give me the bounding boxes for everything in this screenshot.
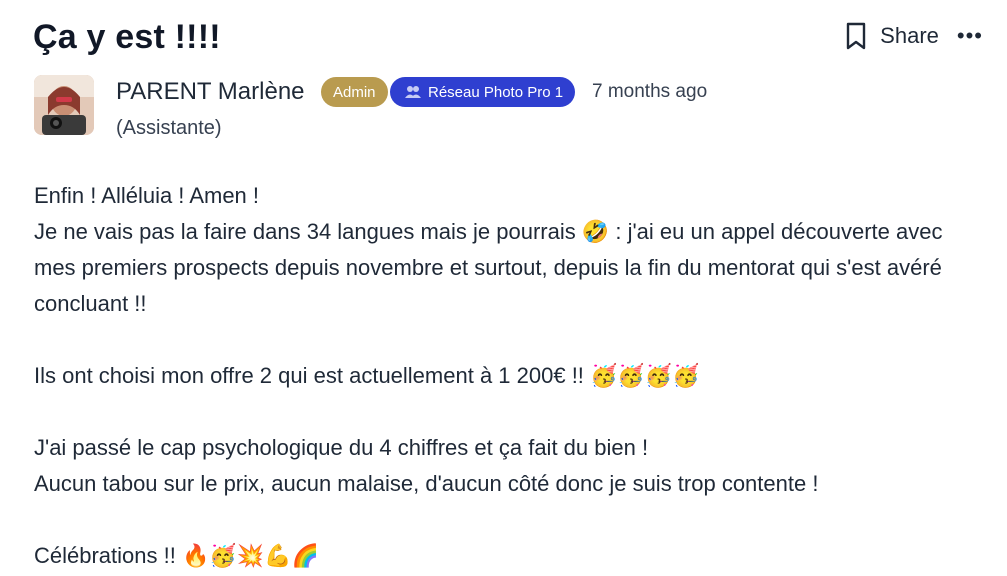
body-paragraph: Je ne vais pas la faire dans 34 langues … xyxy=(34,219,943,316)
bookmark-icon[interactable] xyxy=(844,20,868,52)
more-icon[interactable]: ••• xyxy=(957,25,983,47)
post-body: Enfin ! Alléluia ! Amen ! Je ne vais pas… xyxy=(34,178,974,574)
post-title: Ça y est !!!! xyxy=(33,18,221,56)
post-timestamp[interactable]: 7 months ago xyxy=(592,81,707,103)
body-paragraph: Enfin ! Alléluia ! Amen ! xyxy=(34,183,260,208)
body-paragraph: Célébrations !! 🔥🥳💥💪🌈 xyxy=(34,543,319,568)
avatar[interactable] xyxy=(34,75,94,135)
body-paragraph: J'ai passé le cap psychologique du 4 chi… xyxy=(34,435,649,460)
body-paragraph: Ils ont choisi mon offre 2 qui est actue… xyxy=(34,363,700,388)
body-paragraph: Aucun tabou sur le prix, aucun malaise, … xyxy=(34,471,819,496)
author-name[interactable]: PARENT Marlène xyxy=(116,78,305,106)
group-icon xyxy=(404,85,422,99)
space-badge[interactable]: Réseau Photo Pro 1 xyxy=(390,77,576,107)
author-role: (Assistante) xyxy=(116,117,222,139)
admin-badge: Admin xyxy=(321,77,388,107)
space-badge-label: Réseau Photo Pro 1 xyxy=(428,83,564,101)
share-button[interactable]: Share xyxy=(880,23,939,49)
post-actions: Share ••• xyxy=(844,20,983,52)
